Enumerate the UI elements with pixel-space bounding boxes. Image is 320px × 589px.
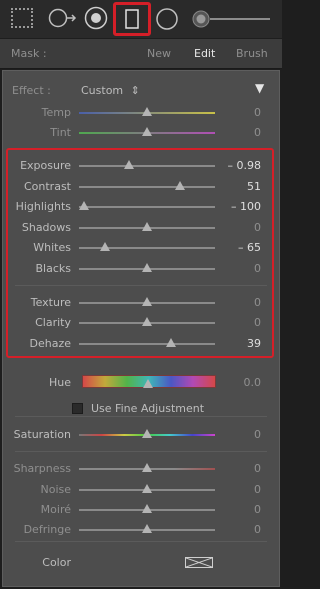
adjustment-panel: Effect : Custom ⇕ ▼ Temp 0 Tint 0 Exposu…: [2, 70, 280, 587]
section-divider: [15, 451, 267, 452]
sharpness-label: Sharpness: [13, 462, 71, 475]
highlight-box: [6, 148, 274, 358]
moir--value[interactable]: 0: [254, 503, 261, 516]
defringe-slider-thumb[interactable]: [142, 524, 152, 533]
radial-target-icon[interactable]: [84, 6, 108, 30]
fine-adjustment-checkbox[interactable]: [72, 403, 83, 414]
color-label: Color: [42, 556, 71, 569]
selection-grid-icon[interactable]: [11, 8, 33, 28]
saturation-slider-thumb[interactable]: [142, 429, 152, 438]
mask-nav-bar: Mask : New Edit Brush: [0, 39, 282, 69]
temp-slider-thumb[interactable]: [142, 107, 152, 116]
collapse-triangle-icon[interactable]: ▼: [255, 81, 264, 95]
fine-adjustment-label: Use Fine Adjustment: [91, 402, 205, 415]
effect-label: Effect :: [12, 84, 51, 97]
hue-value[interactable]: 0.0: [244, 376, 262, 389]
defringe-label: Defringe: [23, 523, 71, 536]
circle-icon[interactable]: [155, 7, 179, 31]
section-divider: [15, 416, 267, 417]
defringe-value[interactable]: 0: [254, 523, 261, 536]
brush-mask-button[interactable]: Brush: [236, 47, 268, 60]
temp-value[interactable]: 0: [254, 106, 261, 119]
new-mask-button[interactable]: New: [147, 47, 171, 60]
noise-value[interactable]: 0: [254, 483, 261, 496]
circle-arrow-icon[interactable]: [48, 8, 78, 28]
hue-label: Hue: [48, 376, 71, 389]
section-divider: [15, 541, 267, 542]
tint-slider-thumb[interactable]: [142, 127, 152, 136]
no-color-cross-icon: [186, 558, 212, 567]
temp-label: Temp: [41, 106, 71, 119]
noise-slider-thumb[interactable]: [142, 484, 152, 493]
mask-tool-toolbar: [0, 0, 282, 38]
brush-size-slider[interactable]: [192, 9, 272, 29]
rectangle-icon: [125, 9, 139, 29]
noise-label: Noise: [40, 483, 71, 496]
sharpness-slider-thumb[interactable]: [142, 463, 152, 472]
tint-label: Tint: [50, 126, 71, 139]
moir--slider-thumb[interactable]: [142, 504, 152, 513]
tint-value[interactable]: 0: [254, 126, 261, 139]
saturation-value[interactable]: 0: [254, 428, 261, 441]
moir--label: Moiré: [40, 503, 71, 516]
sharpness-value[interactable]: 0: [254, 462, 261, 475]
updown-chevron-icon: ⇕: [130, 84, 140, 97]
rectangle-tool-button[interactable]: [113, 2, 151, 36]
color-swatch[interactable]: [185, 557, 213, 568]
effect-value: Custom: [81, 84, 124, 97]
mask-label: Mask :: [11, 47, 47, 60]
effect-dropdown[interactable]: Custom ⇕: [81, 84, 140, 97]
hue-slider-thumb[interactable]: [143, 379, 153, 388]
saturation-label: Saturation: [13, 428, 71, 441]
edit-mask-button[interactable]: Edit: [194, 47, 215, 60]
